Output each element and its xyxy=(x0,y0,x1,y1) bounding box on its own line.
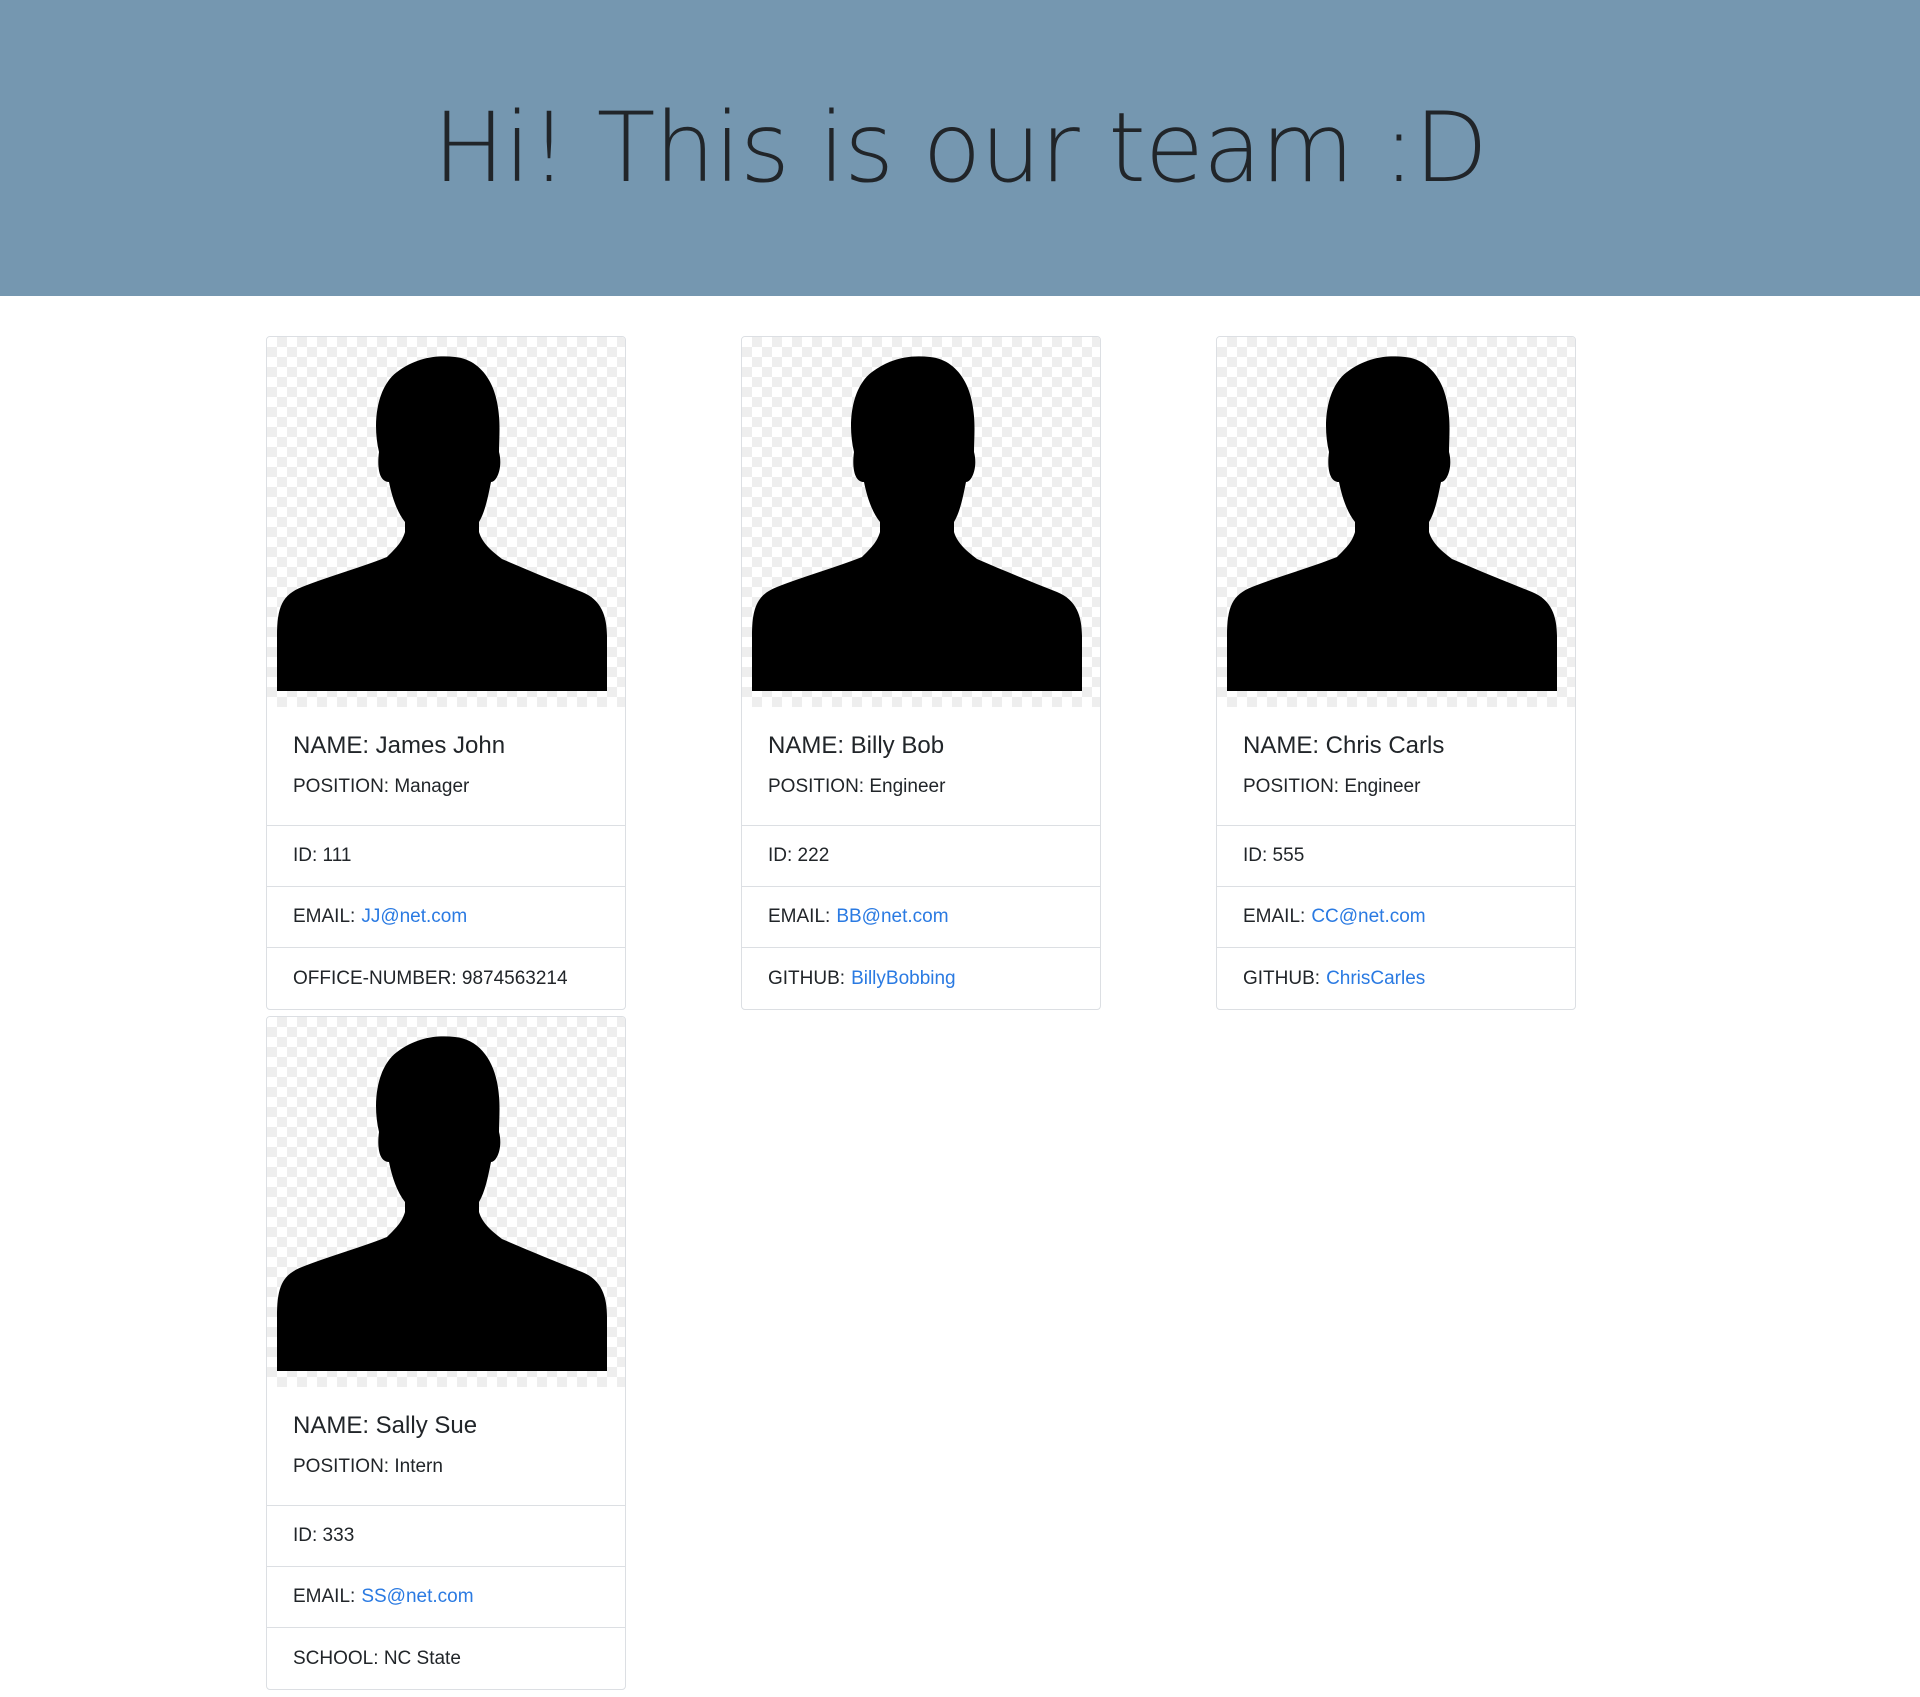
email-label: EMAIL: xyxy=(293,906,356,927)
card-body: NAME: Sally Sue POSITION: Intern xyxy=(267,1387,625,1506)
github-label: GITHUB: xyxy=(1243,967,1321,989)
employee-position: POSITION: Engineer xyxy=(768,776,946,797)
employee-school: SCHOOL: NC State xyxy=(267,1628,625,1689)
github-link[interactable]: ChrisCarles xyxy=(1326,968,1425,990)
employee-email: EMAIL: CC@net.com xyxy=(1217,887,1575,948)
employee-position: POSITION: Intern xyxy=(293,1456,443,1477)
employee-photo xyxy=(742,337,1100,707)
team-cards: NAME: James John POSITION: Manager ID: 1… xyxy=(0,296,1920,1697)
github-link[interactable]: BillyBobbing xyxy=(851,968,956,990)
id-text: ID: 222 xyxy=(768,845,830,866)
employee-github: GITHUB: ChrisCarles xyxy=(1217,948,1575,1009)
school-value: NC State xyxy=(383,1647,461,1669)
employee-email: EMAIL: JJ@net.com xyxy=(267,887,625,948)
employee-id: ID: 333 xyxy=(267,1506,625,1567)
employee-name: NAME: Sally Sue xyxy=(293,1412,478,1439)
employee-position: POSITION: Engineer xyxy=(1243,776,1421,797)
id-text: ID: 111 xyxy=(293,845,352,866)
person-silhouette-icon xyxy=(277,356,607,691)
employee-photo xyxy=(267,337,625,707)
person-silhouette-icon xyxy=(752,356,1082,691)
employee-card-manager: NAME: James John POSITION: Manager ID: 1… xyxy=(266,336,626,1010)
id-text: ID: 333 xyxy=(293,1525,355,1546)
employee-office-number: OFFICE-NUMBER: 9874563214 xyxy=(267,948,625,1009)
card-body: NAME: Chris Carls POSITION: Engineer xyxy=(1217,707,1575,826)
page-header: Hi! This is our team :D xyxy=(0,0,1920,296)
employee-name: NAME: James John xyxy=(293,732,506,759)
employee-card-intern: NAME: Sally Sue POSITION: Intern ID: 333… xyxy=(266,1016,626,1690)
employee-card-engineer: NAME: Chris Carls POSITION: Engineer ID:… xyxy=(1216,336,1576,1010)
page-title: Hi! This is our team :D xyxy=(432,92,1488,204)
email-link[interactable]: SS@net.com xyxy=(361,1586,473,1608)
employee-photo xyxy=(1217,337,1575,707)
employee-card-engineer: NAME: Billy Bob POSITION: Engineer ID: 2… xyxy=(741,336,1101,1010)
employee-id: ID: 111 xyxy=(267,826,625,887)
person-silhouette-icon xyxy=(1227,356,1557,691)
github-label: GITHUB: xyxy=(768,967,846,989)
card-body: NAME: James John POSITION: Manager xyxy=(267,707,625,826)
employee-id: ID: 555 xyxy=(1217,826,1575,887)
office-number-value: 9874563214 xyxy=(461,967,568,989)
email-link[interactable]: BB@net.com xyxy=(836,906,948,928)
email-label: EMAIL: xyxy=(293,1586,356,1607)
employee-email: EMAIL: BB@net.com xyxy=(742,887,1100,948)
card-body: NAME: Billy Bob POSITION: Engineer xyxy=(742,707,1100,826)
school-label: SCHOOL: xyxy=(293,1647,379,1669)
employee-position: POSITION: Manager xyxy=(293,776,470,797)
employee-id: ID: 222 xyxy=(742,826,1100,887)
employee-github: GITHUB: BillyBobbing xyxy=(742,948,1100,1009)
person-silhouette-icon xyxy=(277,1036,607,1371)
email-label: EMAIL: xyxy=(1243,906,1306,927)
email-link[interactable]: JJ@net.com xyxy=(361,906,467,928)
email-label: EMAIL: xyxy=(768,906,831,927)
email-link[interactable]: CC@net.com xyxy=(1311,906,1425,928)
employee-name: NAME: Billy Bob xyxy=(768,732,945,759)
id-text: ID: 555 xyxy=(1243,845,1305,866)
employee-email: EMAIL: SS@net.com xyxy=(267,1567,625,1628)
employee-name: NAME: Chris Carls xyxy=(1243,732,1445,759)
employee-photo xyxy=(267,1017,625,1387)
office-number-label: OFFICE-NUMBER: xyxy=(293,967,457,989)
